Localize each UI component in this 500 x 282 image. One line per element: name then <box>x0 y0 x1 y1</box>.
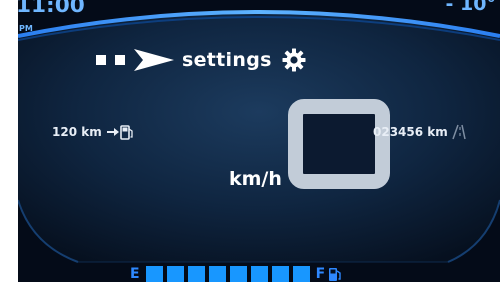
odometer-value: 023456 km <box>373 125 448 139</box>
cluster-background <box>18 0 500 282</box>
fuel-segment <box>208 266 226 282</box>
fuel-full-label: F <box>315 266 326 282</box>
fuel-segment <box>271 266 289 282</box>
range-readout: 120 km <box>52 124 134 140</box>
fuel-pump-icon <box>329 268 341 281</box>
settings-menu-item[interactable]: settings <box>96 45 306 75</box>
fuel-empty-label: E <box>130 266 140 282</box>
gear-icon[interactable] <box>282 48 306 72</box>
fuel-segment <box>166 266 184 282</box>
fuel-gauge: E F <box>130 266 342 282</box>
settings-label: settings <box>182 49 272 71</box>
arrow-to-fuel-pump-icon <box>106 125 133 140</box>
outside-temperature: - 10° <box>445 0 496 15</box>
odometer-readout: 023456 km <box>373 124 467 140</box>
fuel-level-bar <box>145 266 310 282</box>
speed-digit-display <box>288 99 390 189</box>
dash-dot <box>115 55 125 65</box>
speed-unit: km/h <box>229 168 282 190</box>
clock-time: 11:00 <box>18 0 85 17</box>
dash-dot <box>96 55 106 65</box>
dashed-arrow-right-icon <box>134 49 174 71</box>
fuel-segment <box>187 266 205 282</box>
clock-period: PM <box>19 24 33 33</box>
fuel-segment <box>229 266 247 282</box>
fuel-segment <box>145 266 163 282</box>
fuel-segment <box>292 266 310 282</box>
road-icon <box>452 124 466 140</box>
fuel-segment <box>250 266 268 282</box>
instrument-cluster: 11:00 PM - 10° settings 120 km km/h 0234… <box>18 0 500 282</box>
range-value: 120 km <box>52 125 102 139</box>
